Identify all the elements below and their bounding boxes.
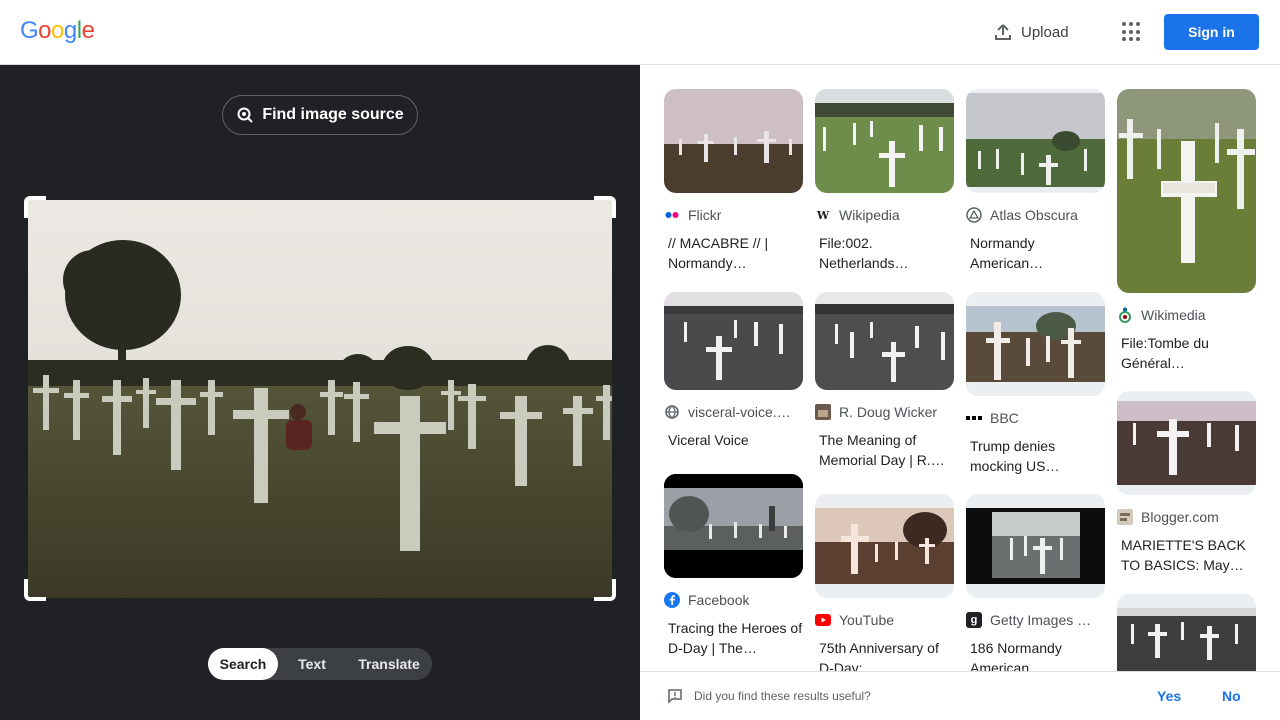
feedback-no-button[interactable]: No (1222, 688, 1241, 704)
result-thumbnail[interactable] (966, 292, 1105, 396)
header: Google Upload Sign in (0, 0, 1280, 65)
query-image[interactable] (28, 200, 612, 598)
result-title[interactable]: Normandy American… (966, 233, 1105, 273)
result-source[interactable]: W Wikipedia (815, 207, 954, 223)
result-source[interactable]: BBC (966, 410, 1105, 426)
result-title[interactable]: Viceral Voice (664, 430, 803, 470)
results-grid: Flickr // MACABRE // | Normandy… viscera… (640, 65, 1280, 671)
apps-grid-icon[interactable] (1122, 22, 1142, 42)
upload-button[interactable]: Upload (993, 21, 1069, 43)
result-card[interactable]: R. Doug Wicker The Meaning of Memorial D… (815, 292, 954, 470)
getty-icon: g (966, 612, 982, 628)
result-title[interactable]: File:002. Netherlands… (815, 233, 954, 273)
result-source[interactable]: Flickr (664, 207, 803, 223)
result-card[interactable]: W Wikipedia File:002. Netherlands… (815, 89, 954, 273)
feedback-yes-button[interactable]: Yes (1157, 688, 1181, 704)
result-title[interactable]: // MACABRE // | Normandy… (664, 233, 803, 273)
mode-tabs: Search Text Translate (208, 648, 432, 680)
feedback-question: Did you find these results useful? (694, 689, 871, 703)
result-thumbnail[interactable] (664, 292, 803, 390)
atlas-obscura-icon (966, 207, 982, 223)
tab-text[interactable]: Text (278, 648, 346, 680)
result-thumbnail[interactable] (966, 494, 1105, 598)
result-card[interactable]: visceral-voice.… Viceral Voice (664, 292, 803, 470)
crop-handle-top-right[interactable] (594, 196, 616, 218)
result-card[interactable]: g Getty Images … 186 Normandy American… (966, 494, 1105, 671)
result-title[interactable]: MARIETTE'S BACK TO BASICS: May… (1117, 535, 1256, 575)
result-source[interactable]: R. Doug Wicker (815, 404, 954, 420)
google-logo[interactable]: Google (20, 17, 95, 45)
query-pane: Find image source Search Text Translate (0, 65, 640, 720)
result-title[interactable]: The Meaning of Memorial Day | R.… (815, 430, 954, 470)
wikimedia-icon (1117, 307, 1133, 323)
result-thumbnail[interactable] (1117, 89, 1256, 293)
crop-handle-bottom-right[interactable] (594, 579, 616, 601)
result-card[interactable]: YouTube 75th Anniversary of D-Day:… (815, 494, 954, 671)
result-title[interactable]: File:Tombe du Général… (1117, 333, 1256, 373)
crop-handle-top-left[interactable] (24, 196, 46, 218)
result-card[interactable]: Blogger.com MARIETTE'S BACK TO BASICS: M… (1117, 391, 1256, 575)
find-image-source-button[interactable]: Find image source (222, 95, 418, 135)
result-source[interactable]: Wikimedia (1117, 307, 1256, 323)
result-thumbnail[interactable] (1117, 594, 1256, 671)
result-source[interactable]: visceral-voice.… (664, 404, 803, 420)
wikipedia-icon: W (816, 208, 830, 222)
lens-search-icon (237, 107, 254, 123)
result-card[interactable] (1117, 594, 1256, 671)
result-title[interactable]: 186 Normandy American… (966, 638, 1105, 671)
crop-handle-bottom-left[interactable] (24, 579, 46, 601)
bbc-icon (966, 410, 982, 426)
feedback-bar: Did you find these results useful? Yes N… (640, 671, 1280, 720)
flickr-icon (664, 207, 680, 223)
upload-label: Upload (1021, 23, 1069, 41)
tab-translate[interactable]: Translate (346, 648, 432, 680)
result-source[interactable]: YouTube (815, 612, 954, 628)
result-thumbnail[interactable] (1117, 391, 1256, 495)
globe-icon (664, 404, 680, 420)
result-title[interactable]: Tracing the Heroes of D-Day | The… (664, 618, 803, 658)
result-card[interactable]: Flickr // MACABRE // | Normandy… (664, 89, 803, 273)
result-thumbnail[interactable] (815, 494, 954, 598)
result-title[interactable]: Trump denies mocking US… (966, 436, 1105, 476)
find-image-source-label: Find image source (262, 106, 404, 123)
result-title[interactable]: 75th Anniversary of D-Day:… (815, 638, 954, 671)
result-card[interactable]: Facebook Tracing the Heroes of D-Day | T… (664, 474, 803, 658)
result-thumbnail[interactable] (815, 89, 954, 193)
result-thumbnail[interactable] (966, 89, 1105, 193)
result-thumbnail[interactable] (664, 474, 803, 578)
result-source[interactable]: g Getty Images … (966, 612, 1105, 628)
tab-search[interactable]: Search (208, 648, 278, 680)
upload-icon (995, 24, 1011, 40)
result-card[interactable]: Atlas Obscura Normandy American… (966, 89, 1105, 273)
result-source[interactable]: Blogger.com (1117, 509, 1256, 525)
result-source[interactable]: Facebook (664, 592, 803, 608)
result-thumbnail[interactable] (815, 292, 954, 390)
site-icon (815, 404, 831, 420)
youtube-icon (815, 612, 831, 628)
result-source[interactable]: Atlas Obscura (966, 207, 1105, 223)
result-card[interactable]: Wikimedia File:Tombe du Général… (1117, 89, 1256, 373)
feedback-icon (668, 689, 682, 704)
result-card[interactable]: BBC Trump denies mocking US… (966, 292, 1105, 476)
blogger-icon (1117, 509, 1133, 525)
sign-in-button[interactable]: Sign in (1164, 14, 1259, 50)
result-thumbnail[interactable] (664, 89, 803, 193)
facebook-icon (664, 592, 680, 608)
